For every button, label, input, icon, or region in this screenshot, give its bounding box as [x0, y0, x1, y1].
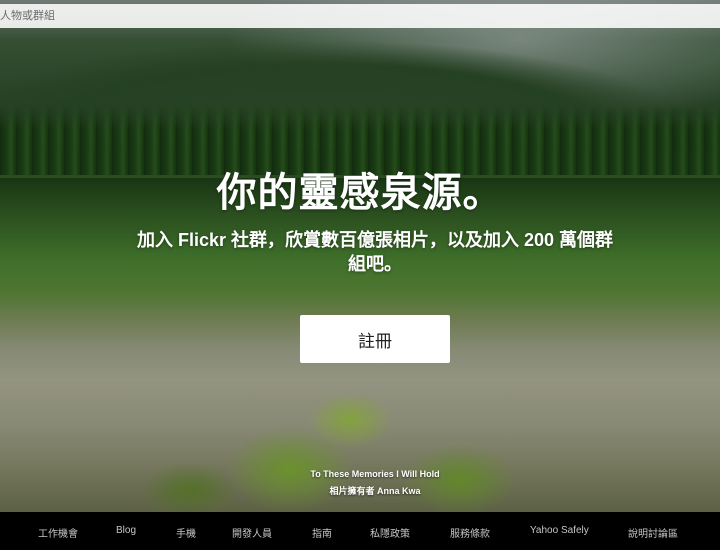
footer-link-developers[interactable]: 開發人員: [232, 525, 272, 540]
footer-link-privacy[interactable]: 私隱政策: [370, 525, 410, 540]
footer-link-careers[interactable]: 工作機會: [38, 525, 78, 540]
photo-credit: To These Memories I Will Hold 相片擁有者 Anna…: [270, 466, 480, 500]
hero-subtitle: 加入 Flickr 社群，欣賞數百億張相片，以及加入 200 萬個群組吧。: [136, 230, 614, 274]
search-input[interactable]: [0, 4, 700, 28]
search-bar: [0, 4, 720, 28]
footer-link-terms[interactable]: 服務條款: [450, 525, 490, 540]
photo-title-link[interactable]: To These Memories I Will Hold: [270, 466, 480, 483]
footer: 工作機會 Blog 手機 開發人員 指南 私隱政策 服務條款 Yahoo Saf…: [0, 512, 720, 550]
footer-link-yahoo-safely[interactable]: Yahoo Safely: [530, 525, 589, 536]
hero-title: 你的靈感泉源。: [216, 171, 504, 215]
signup-button[interactable]: 註冊: [300, 315, 450, 363]
photo-owner-link[interactable]: 相片擁有者 Anna Kwa: [270, 483, 480, 500]
footer-link-mobile[interactable]: 手機: [176, 525, 196, 540]
footer-link-blog[interactable]: Blog: [116, 525, 136, 536]
footer-link-help-forum[interactable]: 說明討論區: [628, 525, 678, 540]
footer-link-guidelines[interactable]: 指南: [312, 525, 332, 540]
